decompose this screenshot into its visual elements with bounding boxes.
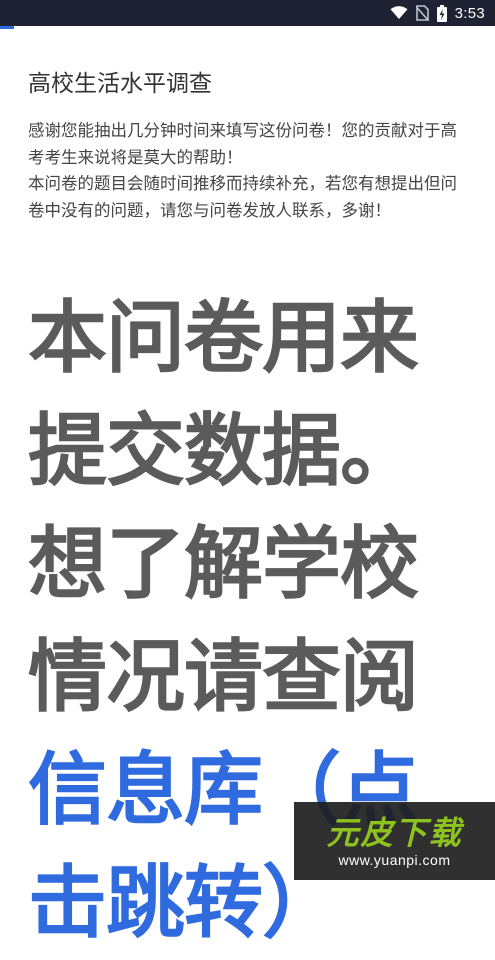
notice-line: 提交数据。 <box>28 405 419 497</box>
no-sim-icon <box>415 5 429 21</box>
notice-line: 本问卷用来 <box>28 292 419 384</box>
survey-header: 高校生活水平调查 感谢您能抽出几分钟时间来填写这份问卷！您的贡献对于高考考生来说… <box>28 66 473 224</box>
survey-intro: 感谢您能抽出几分钟时间来填写这份问卷！您的贡献对于高考考生来说将是莫大的帮助！ … <box>28 118 473 224</box>
wifi-icon <box>390 6 408 20</box>
status-time: 3:53 <box>454 4 485 22</box>
status-bar: 3:53 <box>0 0 495 26</box>
status-icons: 3:53 <box>390 0 485 26</box>
intro-paragraph: 本问卷的题目会随时间推移而持续补充，若您有想提出但问卷中没有的问题，请您与问卷发… <box>28 174 457 220</box>
notice-line: 想了解学校 <box>28 518 419 610</box>
page-title: 高校生活水平调查 <box>28 71 212 97</box>
loading-indicator <box>0 26 14 29</box>
intro-paragraph: 感谢您能抽出几分钟时间来填写这份问卷！您的贡献对于高考考生来说将是莫大的帮助！ <box>28 121 457 167</box>
notice-line: 情况请查阅 <box>28 631 419 723</box>
battery-charging-icon <box>436 4 447 22</box>
watermark-brand: 元皮下载 <box>326 814 463 852</box>
watermark-url: www.yuanpi.com <box>338 852 451 868</box>
watermark-logo: 元皮下载 www.yuanpi.com <box>294 802 495 880</box>
